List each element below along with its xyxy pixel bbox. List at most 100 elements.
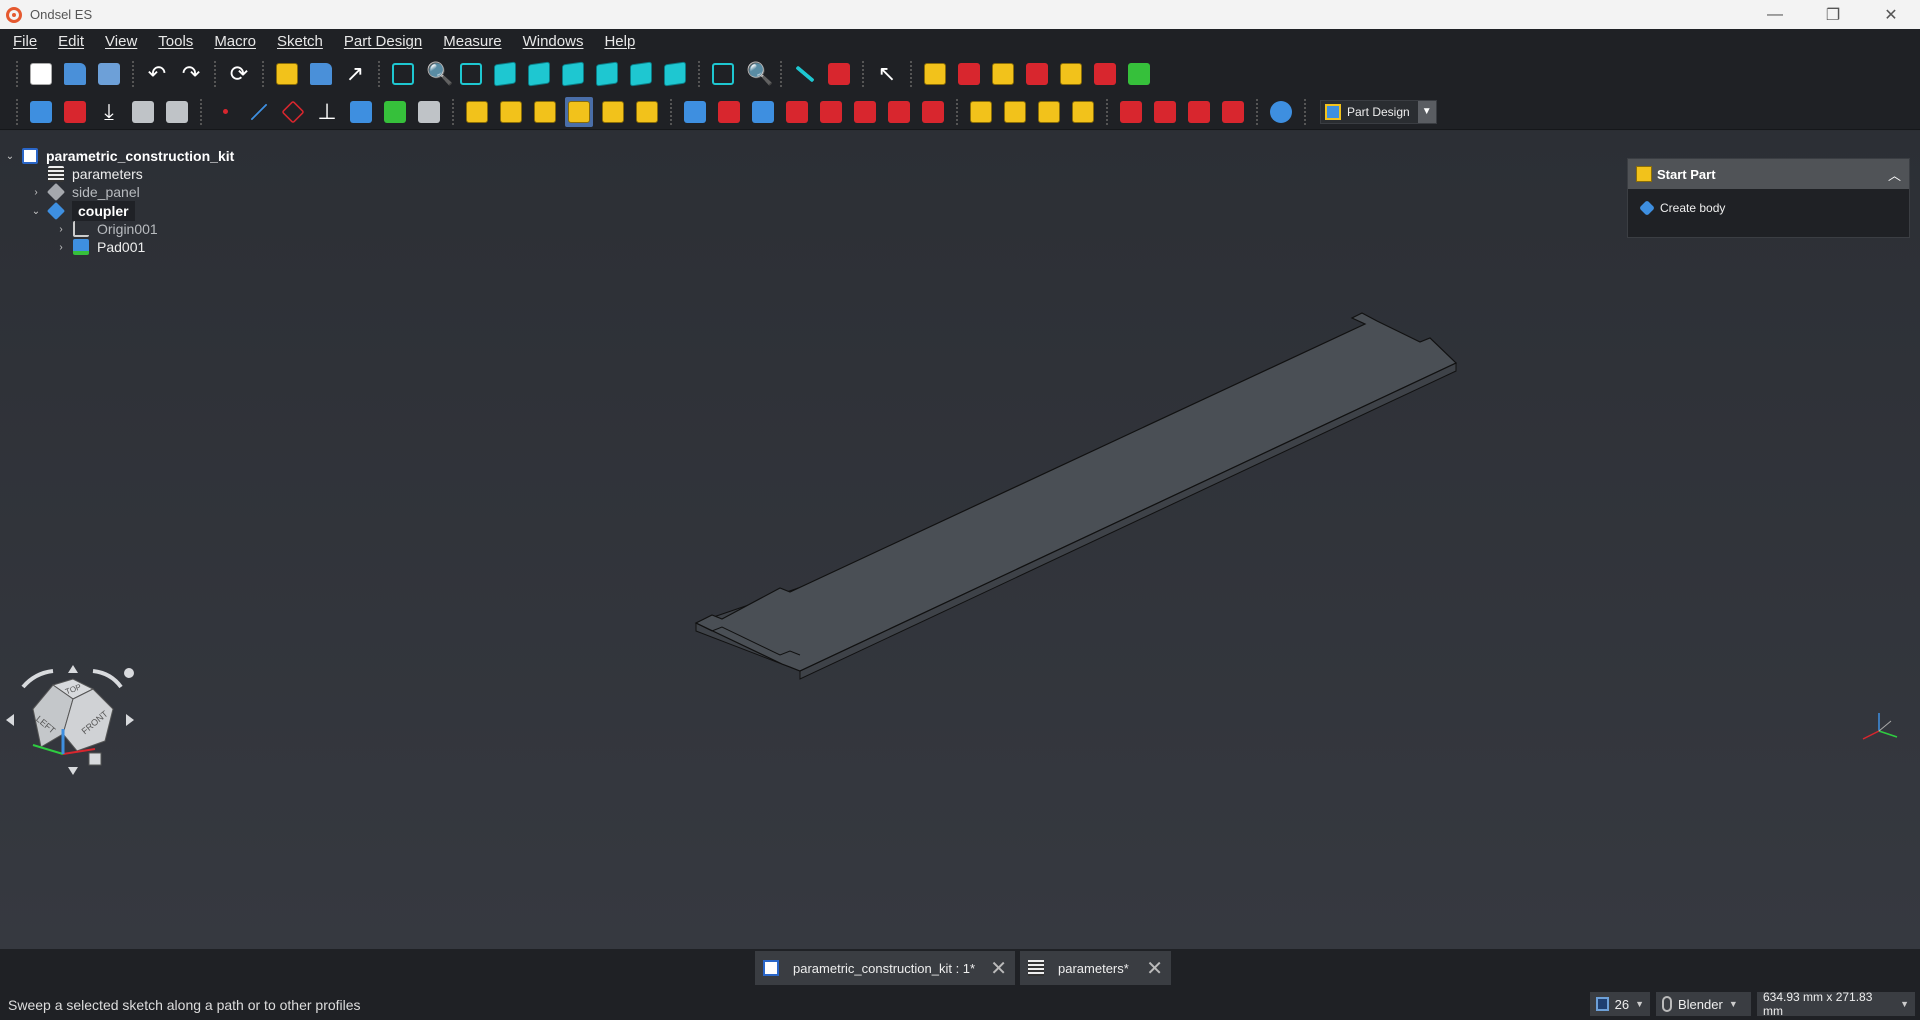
thickness-button[interactable] <box>1219 97 1247 127</box>
draw-style-button[interactable] <box>709 59 737 89</box>
close-icon[interactable]: ✕ <box>1146 956 1163 981</box>
primitive-button[interactable] <box>415 97 443 127</box>
subtractive-primitive-button[interactable] <box>919 97 947 127</box>
additive-pipe-button[interactable] <box>347 97 375 127</box>
workbench-selector[interactable]: Part Design ▼ <box>1320 99 1437 124</box>
multi-transform-button[interactable] <box>1069 97 1097 127</box>
sketch-merge-button[interactable] <box>1057 59 1085 89</box>
navcube-arrow-left[interactable] <box>6 714 14 726</box>
sub-shape-binder-button[interactable] <box>129 97 157 127</box>
menu-part-design[interactable]: Part Design <box>331 33 430 50</box>
sketch-map-button[interactable] <box>989 59 1017 89</box>
menu-measure[interactable]: Measure <box>430 33 509 50</box>
chevron-up-icon[interactable]: ︿ <box>1888 165 1901 184</box>
chevron-right-icon[interactable]: › <box>30 187 42 198</box>
tree-item-pad[interactable]: › Pad001 <box>55 236 145 258</box>
std-group-button[interactable] <box>307 59 335 89</box>
boolean-button[interactable] <box>1267 97 1295 127</box>
sketch-leave-button[interactable] <box>1125 59 1153 89</box>
menu-macro[interactable]: Macro <box>201 33 264 50</box>
redo-button[interactable]: ↷ <box>177 59 205 89</box>
fit-selection-button[interactable]: 🔍 <box>423 59 453 89</box>
view-left-button[interactable] <box>661 59 689 89</box>
revolution-button[interactable] <box>497 97 525 127</box>
create-body-link[interactable]: Create body <box>1660 201 1725 215</box>
additive-primitive-button[interactable] <box>633 97 661 127</box>
additive-green-button[interactable] <box>381 97 409 127</box>
3d-viewport[interactable]: ⌄ parametric_construction_kit parameters… <box>0 131 1920 949</box>
fit-all-button[interactable] <box>389 59 417 89</box>
navcube-menu-dot[interactable] <box>124 668 134 678</box>
tab-parametric-construction-kit[interactable]: parametric_construction_kit : 1* ✕ <box>755 951 1015 985</box>
create-body-button[interactable] <box>27 97 55 127</box>
refresh-button[interactable]: ⟳ <box>225 59 253 89</box>
datum-line-button[interactable] <box>245 97 273 127</box>
navcube-rotate-right[interactable] <box>92 669 123 689</box>
coupler-top-face[interactable] <box>694 312 1458 672</box>
minimize-button[interactable]: — <box>1746 0 1804 29</box>
toolbar-grip[interactable] <box>16 61 18 87</box>
navcube-arrow-down[interactable] <box>68 767 78 775</box>
sketch-mirror-button[interactable] <box>1091 59 1119 89</box>
navcube-arrow-up[interactable] <box>68 665 78 673</box>
sketch-reorient-button[interactable] <box>1023 59 1051 89</box>
save-button[interactable] <box>95 59 123 89</box>
undo-button[interactable]: ↶ <box>143 59 171 89</box>
create-sketch-button[interactable] <box>61 97 89 127</box>
chevron-right-icon[interactable]: › <box>55 224 67 235</box>
sketch-validate-button[interactable] <box>955 59 983 89</box>
measure-clear-button[interactable] <box>825 59 853 89</box>
measure-distance-button[interactable] <box>791 59 819 89</box>
menu-tools[interactable]: Tools <box>145 33 201 50</box>
chevron-down-icon[interactable]: ⌄ <box>30 206 42 217</box>
menu-file[interactable]: File <box>0 33 45 50</box>
menu-sketch[interactable]: Sketch <box>264 33 331 50</box>
bounding-box-button[interactable]: 🔍 <box>743 59 773 89</box>
clone-button[interactable] <box>163 97 191 127</box>
view-top-button[interactable] <box>525 59 553 89</box>
create-body-action[interactable]: Create body <box>1628 189 1909 216</box>
datum-plane-button[interactable] <box>279 97 307 127</box>
view-bottom-button[interactable] <box>627 59 655 89</box>
navigation-style-selector[interactable]: Blender ▼ <box>1656 992 1751 1016</box>
additive-loft-button[interactable] <box>531 97 559 127</box>
view-rear-button[interactable] <box>593 59 621 89</box>
subtractive-loft-button[interactable] <box>783 97 811 127</box>
menu-edit[interactable]: Edit <box>45 33 92 50</box>
chamfer-button[interactable] <box>1151 97 1179 127</box>
view-front-button[interactable] <box>491 59 519 89</box>
new-document-button[interactable] <box>27 59 55 89</box>
hole-button[interactable] <box>715 97 743 127</box>
menu-view[interactable]: View <box>92 33 145 50</box>
fillet-button[interactable] <box>1117 97 1145 127</box>
close-icon[interactable]: ✕ <box>990 956 1007 981</box>
datum-point-button[interactable] <box>211 97 239 127</box>
sketch-view-button[interactable] <box>921 59 949 89</box>
additive-pipe-sweep-button[interactable] <box>565 96 593 127</box>
toolbar-grip[interactable] <box>16 98 18 125</box>
navigation-cube[interactable]: TOP LEFT FRONT <box>5 659 145 804</box>
dimension-indicator[interactable]: 634.93 mm x 271.83 mm ▼ <box>1757 990 1915 1018</box>
navcube-arrow-right[interactable] <box>126 714 134 726</box>
navcube-view-menu[interactable] <box>88 752 102 766</box>
chevron-down-icon[interactable]: ⌄ <box>4 151 16 162</box>
menu-help[interactable]: Help <box>591 33 643 50</box>
close-window-button[interactable]: ✕ <box>1862 0 1920 29</box>
pocket-button[interactable] <box>681 97 709 127</box>
subtractive-pipe-button[interactable] <box>817 97 845 127</box>
view-right-button[interactable] <box>559 59 587 89</box>
std-part-button[interactable] <box>273 59 301 89</box>
local-cs-button[interactable]: ⊥ <box>313 97 341 127</box>
draft-button[interactable] <box>1185 97 1213 127</box>
groove-button[interactable] <box>749 97 777 127</box>
std-link-button[interactable]: ↗ <box>341 59 369 89</box>
model-view[interactable] <box>0 131 1920 949</box>
additive-helix-button[interactable] <box>599 97 627 127</box>
pad-button[interactable] <box>463 97 491 127</box>
restore-button[interactable]: ❐ <box>1804 0 1862 29</box>
open-document-button[interactable] <box>61 59 89 89</box>
view-isometric-button[interactable] <box>457 59 485 89</box>
chevron-down-icon[interactable]: ▼ <box>1417 100 1436 123</box>
chevron-right-icon[interactable]: › <box>55 242 67 253</box>
task-panel-header[interactable]: Start Part ︿ <box>1628 159 1909 189</box>
